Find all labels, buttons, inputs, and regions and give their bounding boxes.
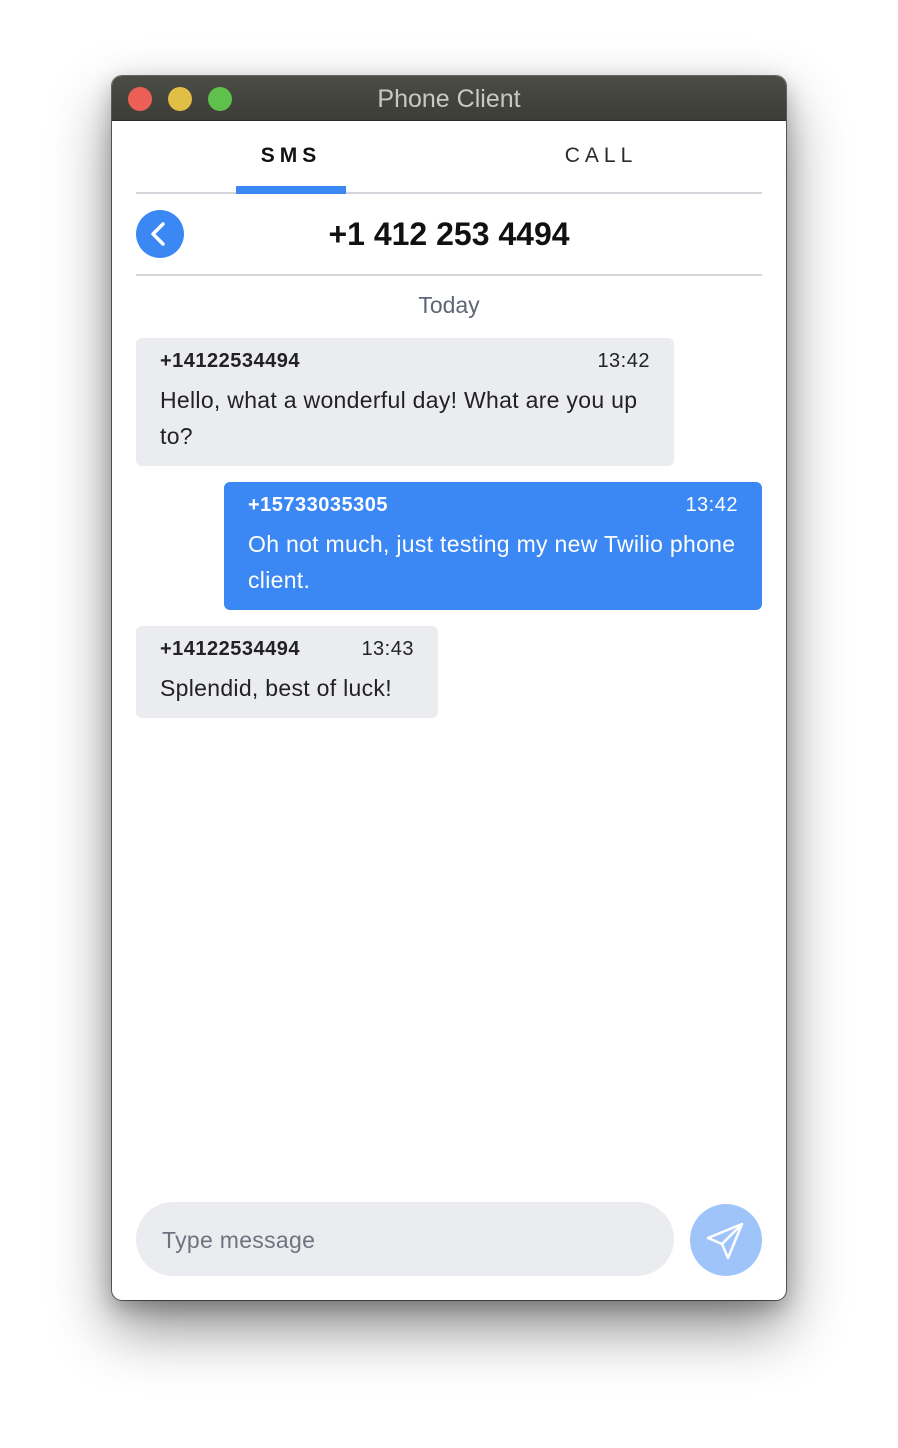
message-bubble-incoming: +14122534494 13:43 Splendid, best of luc… — [136, 626, 438, 718]
send-button[interactable] — [690, 1204, 762, 1276]
message-text: Splendid, best of luck! — [160, 675, 392, 701]
message-text: Hello, what a wonderful day! What are yo… — [160, 387, 638, 449]
message-time: 13:42 — [685, 494, 738, 516]
tab-sms[interactable]: SMS — [236, 120, 346, 192]
day-separator: Today — [418, 292, 480, 318]
tab-bar: SMS CALL — [136, 120, 762, 194]
message-composer — [136, 1202, 674, 1278]
active-tab-indicator — [236, 186, 346, 194]
tab-call[interactable]: CALL — [546, 120, 656, 192]
message-meta: +14122534494 13:43 — [160, 638, 414, 662]
message-meta: +14122534494 13:42 — [160, 350, 650, 374]
message-sender: +14122534494 — [160, 638, 301, 660]
message-bubble-outgoing: +15733035305 13:42 Oh not much, just tes… — [224, 482, 762, 610]
message-text: Oh not much, just testing my new Twilio … — [248, 531, 736, 593]
conversation-header: +1 412 253 4494 — [136, 194, 762, 276]
window-title: Phone Client — [377, 85, 521, 113]
app-window: Phone Client SMS CALL +1 412 253 4494 To… — [112, 76, 786, 1300]
back-button[interactable] — [136, 210, 184, 258]
message-input[interactable] — [160, 1202, 654, 1278]
title-bar[interactable]: Phone Client — [112, 76, 786, 121]
message-time: 13:43 — [361, 638, 414, 660]
message-time: 13:42 — [597, 350, 650, 372]
chevron-left-icon — [151, 222, 165, 246]
message-sender: +14122534494 — [160, 350, 301, 372]
message-bubble-incoming: +14122534494 13:42 Hello, what a wonderf… — [136, 338, 674, 466]
contact-number: +1 412 253 4494 — [328, 216, 570, 252]
paper-plane-icon — [706, 1222, 744, 1260]
message-sender: +15733035305 — [248, 494, 389, 516]
message-meta: +15733035305 13:42 — [248, 494, 738, 518]
